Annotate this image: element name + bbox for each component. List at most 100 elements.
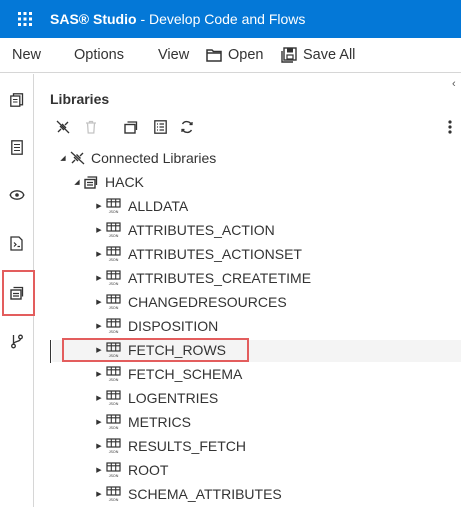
collapsed-twisty-icon[interactable]: ▶ bbox=[94, 442, 104, 450]
libraries-toolbar bbox=[50, 116, 460, 138]
tree-node-table[interactable]: ▶ JSON ROOT bbox=[94, 458, 168, 482]
json-table-icon: JSON bbox=[106, 366, 122, 382]
table-label: RESULTS_FETCH bbox=[128, 438, 246, 454]
more-options-icon[interactable] bbox=[439, 116, 461, 138]
collapsed-twisty-icon[interactable]: ▶ bbox=[94, 202, 104, 210]
table-label: ATTRIBUTES_ACTIONSET bbox=[128, 246, 302, 262]
snippets-icon[interactable] bbox=[0, 228, 34, 258]
svg-text:JSON: JSON bbox=[109, 426, 119, 430]
collapsed-twisty-icon[interactable]: ▶ bbox=[94, 250, 104, 258]
table-label: ATTRIBUTES_ACTION bbox=[128, 222, 275, 238]
tree-node-table[interactable]: ▶ JSON ATTRIBUTES_CREATETIME bbox=[94, 266, 311, 290]
json-table-icon: JSON bbox=[106, 390, 122, 406]
panel-title: Libraries bbox=[50, 91, 110, 107]
collapsed-twisty-icon[interactable]: ▶ bbox=[94, 394, 104, 402]
tree-node-table[interactable]: ▶ JSON METRICS bbox=[94, 410, 191, 434]
table-label: ROOT bbox=[128, 462, 169, 478]
json-table-icon: JSON bbox=[106, 222, 122, 238]
json-table-icon: JSON bbox=[106, 318, 122, 334]
tree-node-table[interactable]: ▶ JSON DISPOSITION bbox=[94, 314, 218, 338]
collapsed-twisty-icon[interactable]: ▶ bbox=[94, 370, 104, 378]
disconnect-icon[interactable] bbox=[52, 116, 74, 138]
expanded-twisty-icon[interactable]: ◢ bbox=[58, 154, 68, 162]
open-button[interactable]: Open bbox=[206, 47, 263, 63]
tree-node-table[interactable]: ▶ JSON ATTRIBUTES_ACTION bbox=[94, 218, 275, 242]
svg-text:JSON: JSON bbox=[109, 234, 119, 238]
collapsed-twisty-icon[interactable]: ▶ bbox=[94, 298, 104, 306]
json-table-icon: JSON bbox=[106, 294, 122, 310]
table-label: ATTRIBUTES_CREATETIME bbox=[128, 270, 312, 286]
tree-node-label: Connected Libraries bbox=[91, 150, 217, 166]
title-bar: SAS® Studio - Develop Code and Flows bbox=[0, 0, 461, 38]
open-item-icon[interactable] bbox=[0, 85, 34, 115]
svg-text:JSON: JSON bbox=[109, 402, 119, 406]
explorer-icon[interactable] bbox=[0, 132, 34, 162]
collapsed-twisty-icon[interactable]: ▶ bbox=[94, 226, 104, 234]
properties-icon[interactable] bbox=[149, 116, 171, 138]
new-library-icon[interactable] bbox=[120, 116, 142, 138]
collapsed-twisty-icon[interactable]: ▶ bbox=[94, 490, 104, 498]
collapsed-twisty-icon[interactable]: ▶ bbox=[94, 418, 104, 426]
git-icon[interactable] bbox=[0, 326, 34, 356]
tree-node-label: HACK bbox=[105, 174, 144, 190]
disconnect-icon bbox=[70, 151, 85, 165]
tree-node-table[interactable]: ▶ JSON SCHEMA_ATTRIBUTES bbox=[94, 482, 282, 506]
svg-text:JSON: JSON bbox=[109, 258, 119, 262]
focus-indicator bbox=[50, 340, 51, 363]
fetch-rows-highlight bbox=[62, 338, 249, 362]
collapsed-twisty-icon[interactable]: ▶ bbox=[94, 274, 104, 282]
expanded-twisty-icon[interactable]: ◢ bbox=[72, 178, 82, 186]
refresh-icon[interactable] bbox=[176, 116, 198, 138]
svg-text:JSON: JSON bbox=[109, 474, 119, 478]
json-table-icon: JSON bbox=[106, 270, 122, 286]
app-brand: SAS® Studio bbox=[50, 11, 137, 27]
delete-icon bbox=[80, 116, 102, 138]
svg-text:JSON: JSON bbox=[109, 330, 119, 334]
view-menu-label: View bbox=[158, 47, 190, 63]
tree-node-table[interactable]: ▶ JSON RESULTS_FETCH bbox=[94, 434, 246, 458]
table-label: FETCH_SCHEMA bbox=[128, 366, 243, 382]
collapse-panel-icon[interactable]: ‹ bbox=[452, 78, 456, 90]
app-subtitle: - Develop Code and Flows bbox=[140, 11, 306, 27]
tree-node-table[interactable]: ▶ JSON CHANGEDRESOURCES bbox=[94, 290, 287, 314]
json-table-icon: JSON bbox=[106, 438, 122, 454]
json-table-icon: JSON bbox=[106, 486, 122, 502]
table-label: SCHEMA_ATTRIBUTES bbox=[128, 486, 282, 502]
new-menu[interactable]: New bbox=[12, 47, 41, 63]
svg-text:JSON: JSON bbox=[109, 282, 119, 286]
tree-node-connected-libraries[interactable]: ◢ Connected Libraries bbox=[58, 146, 216, 170]
table-label: ALLDATA bbox=[128, 198, 189, 214]
library-icon bbox=[84, 175, 99, 189]
save-all-button[interactable]: Save All bbox=[281, 47, 355, 63]
json-table-icon: JSON bbox=[106, 198, 122, 214]
json-table-icon: JSON bbox=[106, 462, 122, 478]
svg-text:JSON: JSON bbox=[109, 378, 119, 382]
table-label: CHANGEDRESOURCES bbox=[128, 294, 287, 310]
view-menu[interactable]: View bbox=[158, 47, 189, 63]
table-label: LOGENTRIES bbox=[128, 390, 219, 406]
svg-text:JSON: JSON bbox=[109, 450, 119, 454]
new-menu-label: New bbox=[12, 47, 42, 63]
json-table-icon: JSON bbox=[106, 414, 122, 430]
tree-node-table[interactable]: ▶ JSON ATTRIBUTES_ACTIONSET bbox=[94, 242, 302, 266]
options-menu[interactable]: Options bbox=[74, 47, 124, 63]
tree-node-table[interactable]: ▶ JSON LOGENTRIES bbox=[94, 386, 218, 410]
collapsed-twisty-icon[interactable]: ▶ bbox=[94, 466, 104, 474]
table-label: DISPOSITION bbox=[128, 318, 219, 334]
tree-node-table[interactable]: ▶ JSON ALLDATA bbox=[94, 194, 188, 218]
app-title: SAS® Studio - Develop Code and Flows bbox=[50, 11, 305, 27]
table-label: METRICS bbox=[128, 414, 191, 430]
folder-icon bbox=[206, 49, 222, 62]
menu-bar: New Options View Open Save All bbox=[0, 38, 461, 73]
steps-icon[interactable] bbox=[0, 180, 34, 210]
options-menu-label: Options bbox=[74, 47, 124, 63]
libraries-nav-highlight bbox=[2, 270, 35, 316]
tree-node-library-hack[interactable]: ◢ HACK bbox=[72, 170, 144, 194]
save-all-label: Save All bbox=[303, 47, 356, 63]
save-all-icon bbox=[281, 47, 297, 63]
tree-node-table[interactable]: ▶ JSON FETCH_SCHEMA bbox=[94, 362, 242, 386]
collapsed-twisty-icon[interactable]: ▶ bbox=[94, 322, 104, 330]
app-grid-icon[interactable] bbox=[0, 0, 50, 38]
left-navigation bbox=[0, 74, 35, 507]
open-button-label: Open bbox=[228, 47, 264, 63]
